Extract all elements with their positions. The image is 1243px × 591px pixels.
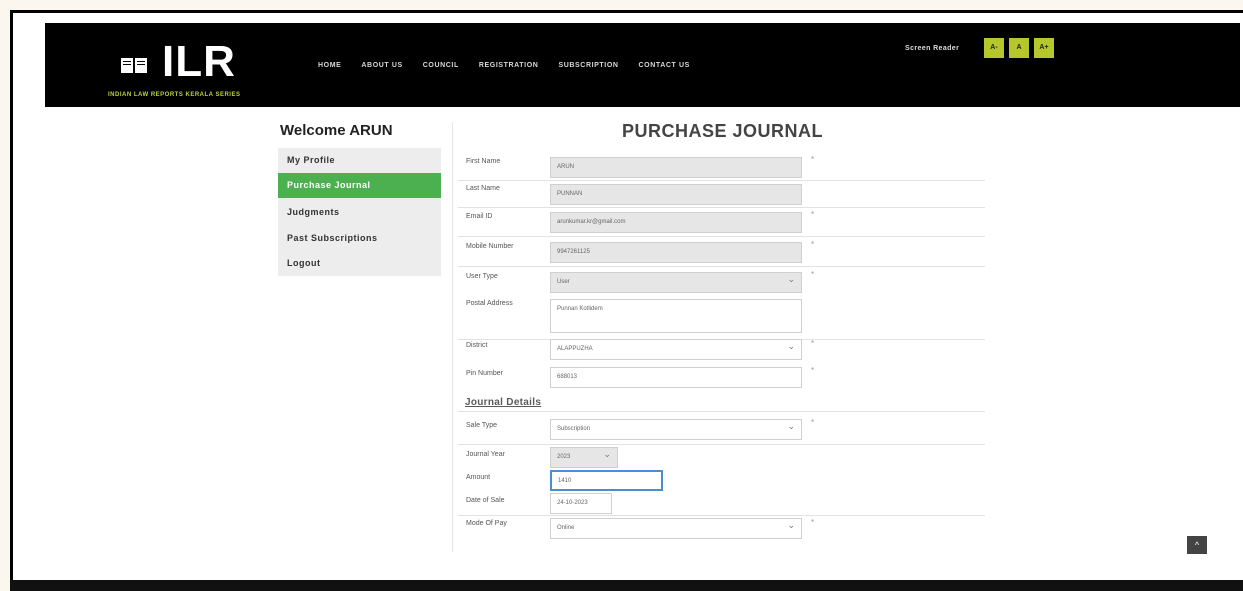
- sale-type-label: Sale Type: [466, 422, 498, 429]
- district-label: District: [466, 342, 488, 349]
- required-mark: *: [811, 155, 815, 164]
- sidebar-item-logout[interactable]: Logout: [278, 251, 441, 276]
- row-divider: [458, 236, 985, 237]
- scroll-to-top-button[interactable]: ^: [1187, 536, 1207, 554]
- row-divider: [458, 515, 985, 516]
- journal-details-heading: Journal Details: [465, 397, 542, 408]
- book-logo-icon: [121, 58, 147, 73]
- amount-label: Amount: [466, 474, 491, 481]
- nav-subscription[interactable]: SUBSCRIPTION: [558, 62, 618, 69]
- site-logo[interactable]: ILR: [162, 40, 236, 84]
- mobile-field[interactable]: 9947261125: [550, 242, 802, 263]
- required-mark: *: [811, 339, 815, 348]
- last-name-field[interactable]: PUNNAN: [550, 184, 802, 205]
- nav-council[interactable]: COUNCIL: [423, 62, 459, 69]
- sidebar-item-past-subscriptions[interactable]: Past Subscriptions: [278, 226, 441, 251]
- sidebar-item-purchase-journal[interactable]: Purchase Journal: [278, 173, 441, 198]
- welcome-heading: Welcome ARUN: [280, 122, 393, 139]
- pin-field[interactable]: 688013: [550, 367, 802, 388]
- screen-reader-label[interactable]: Screen Reader: [905, 45, 959, 52]
- required-mark: *: [811, 270, 815, 279]
- main-nav: HOME ABOUT US COUNCIL REGISTRATION SUBSC…: [318, 62, 710, 69]
- required-mark: *: [811, 518, 815, 527]
- postal-address-label: Postal Address: [466, 300, 513, 307]
- site-tagline: INDIAN LAW REPORTS KERALA SERIES: [108, 92, 241, 98]
- required-mark: *: [811, 366, 815, 375]
- column-divider: [452, 122, 453, 552]
- postal-address-textarea[interactable]: Punnan Kotlidem: [550, 299, 802, 333]
- font-normal-button[interactable]: A: [1009, 38, 1029, 58]
- account-sidebar: My Profile Purchase Journal Judgments Pa…: [278, 148, 441, 276]
- journal-year-select[interactable]: 2023: [550, 447, 618, 468]
- row-divider: [458, 266, 985, 267]
- journal-year-label: Journal Year: [466, 451, 505, 458]
- email-label: Email ID: [466, 213, 493, 220]
- row-divider: [458, 207, 985, 208]
- row-divider: [458, 444, 985, 445]
- date-of-sale-label: Date of Sale: [466, 497, 505, 504]
- sale-type-select[interactable]: Subscription: [550, 419, 802, 440]
- row-divider: [458, 180, 985, 181]
- nav-registration[interactable]: REGISTRATION: [479, 62, 539, 69]
- required-mark: *: [811, 240, 815, 249]
- font-decrease-button[interactable]: A-: [984, 38, 1004, 58]
- sidebar-item-my-profile[interactable]: My Profile: [278, 148, 441, 173]
- row-divider: [458, 411, 985, 412]
- first-name-field[interactable]: ARUN: [550, 157, 802, 178]
- required-mark: *: [811, 210, 815, 219]
- required-mark: *: [811, 418, 815, 427]
- mobile-label: Mobile Number: [466, 243, 514, 250]
- page-title: PURCHASE JOURNAL: [622, 121, 824, 141]
- user-type-label: User Type: [466, 273, 498, 280]
- sidebar-item-judgments[interactable]: Judgments: [278, 200, 441, 225]
- amount-field[interactable]: 1410: [550, 470, 663, 491]
- first-name-label: First Name: [466, 158, 501, 165]
- nav-about-us[interactable]: ABOUT US: [361, 62, 402, 69]
- mode-of-pay-select[interactable]: Online: [550, 518, 802, 539]
- font-increase-button[interactable]: A+: [1034, 38, 1054, 58]
- pin-label: Pin Number: [466, 370, 503, 377]
- district-select[interactable]: ALAPPUZHA: [550, 339, 802, 360]
- footer-bar: [10, 580, 1243, 591]
- mode-of-pay-label: Mode Of Pay: [466, 520, 507, 527]
- date-of-sale-field[interactable]: 24-10-2023: [550, 493, 612, 514]
- user-type-select[interactable]: User: [550, 272, 802, 293]
- last-name-label: Last Name: [466, 185, 500, 192]
- nav-home[interactable]: HOME: [318, 62, 341, 69]
- email-field[interactable]: arunkumar.kr@gmail.com: [550, 212, 802, 233]
- nav-contact-us[interactable]: CONTACT US: [639, 62, 690, 69]
